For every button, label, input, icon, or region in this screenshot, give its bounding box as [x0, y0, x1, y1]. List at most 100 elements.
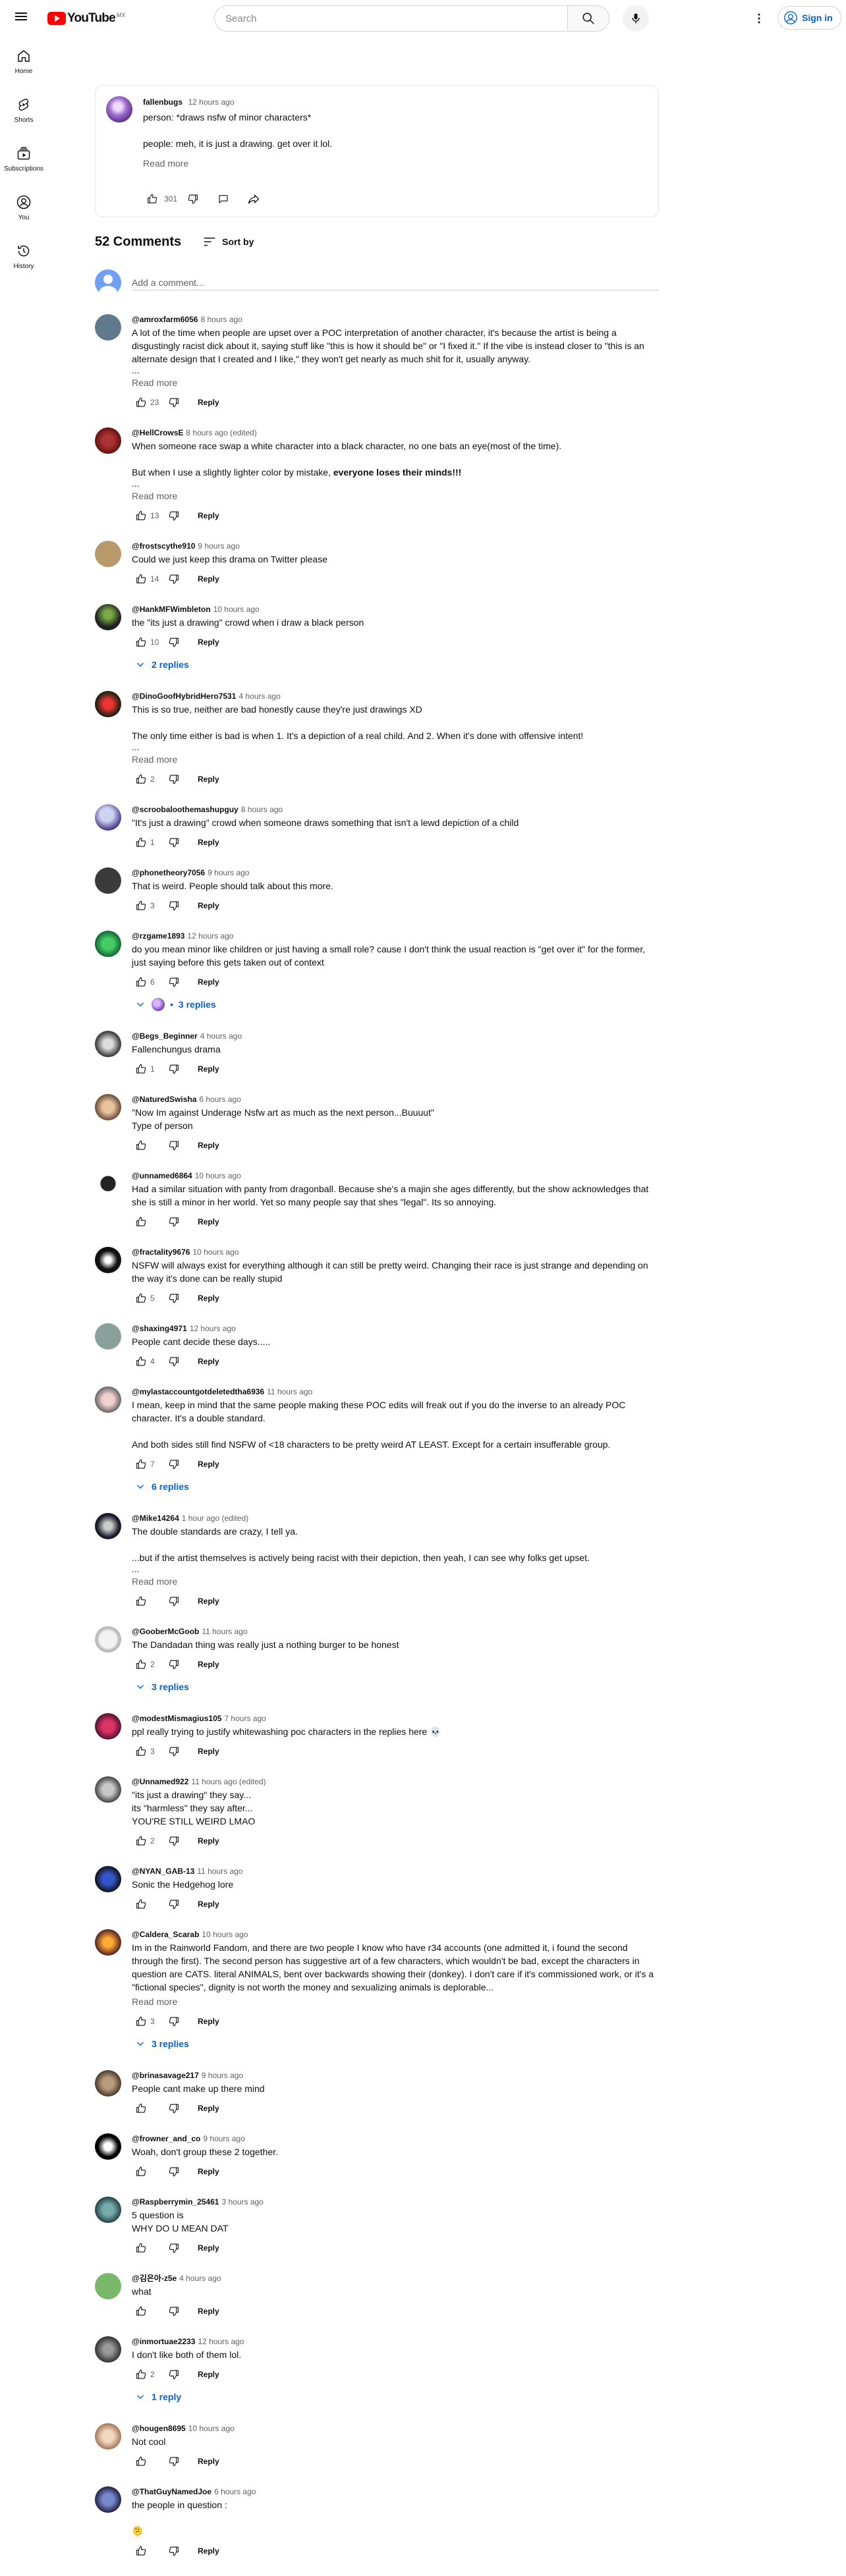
reply-button[interactable]: Reply — [192, 394, 225, 411]
dislike-button[interactable] — [165, 2012, 183, 2031]
reply-button[interactable]: Reply — [192, 507, 225, 524]
view-replies-button[interactable]: 6 replies — [132, 1475, 659, 1498]
comment-time[interactable]: 10 hours ago — [195, 1171, 241, 1180]
commenter-avatar[interactable] — [95, 2273, 121, 2299]
comment-time[interactable]: 6 hours ago — [214, 2487, 256, 2496]
comment-author[interactable]: @frowner_and_co — [132, 2134, 200, 2143]
commenter-avatar[interactable] — [95, 1386, 121, 1413]
reply-button[interactable]: Reply — [192, 570, 225, 588]
sign-in-button[interactable]: Sign in — [777, 6, 841, 30]
commenter-avatar[interactable] — [95, 1031, 121, 1057]
like-button[interactable] — [132, 2542, 150, 2560]
like-button[interactable] — [132, 973, 150, 991]
like-button[interactable] — [132, 1742, 150, 1761]
post-dislike-button[interactable] — [184, 190, 202, 208]
comment-time[interactable]: 12 hours ago — [187, 931, 233, 941]
comment-author[interactable]: @hougen8695 — [132, 2424, 186, 2433]
commenter-avatar[interactable] — [95, 1247, 121, 1273]
comment-author[interactable]: @unnamed6864 — [132, 1171, 192, 1180]
view-replies-button[interactable]: 2 replies — [132, 653, 659, 676]
like-button[interactable] — [132, 896, 150, 915]
dislike-button[interactable] — [165, 570, 183, 588]
dislike-button[interactable] — [165, 973, 183, 991]
search-input[interactable] — [214, 5, 567, 32]
reply-button[interactable]: Reply — [192, 1743, 225, 1760]
dislike-button[interactable] — [165, 1352, 183, 1371]
comment-time[interactable]: 4 hours ago — [200, 1031, 242, 1041]
commenter-avatar[interactable] — [95, 2070, 121, 2096]
like-button[interactable] — [132, 2239, 150, 2257]
commenter-avatar[interactable] — [95, 867, 121, 894]
commenter-avatar[interactable] — [95, 604, 121, 630]
sidebar-item-subscriptions[interactable]: Subscriptions — [0, 134, 47, 183]
comment-time[interactable]: 11 hours ago — [267, 1387, 312, 1396]
dislike-button[interactable] — [165, 1832, 183, 1850]
dislike-button[interactable] — [165, 2099, 183, 2118]
view-replies-button[interactable]: • 3 replies — [132, 993, 659, 1016]
post-share-button[interactable] — [244, 190, 263, 208]
commenter-avatar[interactable] — [95, 1513, 121, 1539]
comment-author[interactable]: @frostscythe910 — [132, 541, 195, 551]
dislike-button[interactable] — [165, 1455, 183, 1473]
reply-button[interactable]: Reply — [192, 1213, 225, 1230]
sort-by-button[interactable]: Sort by — [202, 234, 254, 249]
reply-button[interactable]: Reply — [192, 2239, 225, 2257]
dislike-button[interactable] — [165, 2162, 183, 2181]
commenter-avatar[interactable] — [95, 1866, 121, 1892]
comment-author[interactable]: @NYAN_GAB-13 — [132, 1867, 194, 1876]
like-button[interactable] — [132, 1895, 150, 1913]
dislike-button[interactable] — [165, 1289, 183, 1307]
comment-time[interactable]: 4 hours ago — [239, 692, 280, 701]
reply-button[interactable]: Reply — [192, 1896, 225, 1913]
reply-button[interactable]: Reply — [192, 1353, 225, 1370]
commenter-avatar[interactable] — [95, 1094, 121, 1120]
like-button[interactable] — [132, 2452, 150, 2471]
like-button[interactable] — [132, 393, 150, 412]
comment-author[interactable]: @HankMFWimbleton — [132, 605, 211, 614]
comment-author[interactable]: @ThatGuyNamedJoe — [132, 2487, 212, 2496]
commenter-avatar[interactable] — [95, 2486, 121, 2513]
sidebar-item-shorts[interactable]: Shorts — [0, 86, 47, 134]
read-more-link[interactable]: Read more — [132, 376, 659, 389]
commenter-avatar[interactable] — [95, 314, 121, 341]
comment-author[interactable]: @NaturedSwisha — [132, 1095, 196, 1104]
reply-button[interactable]: Reply — [192, 973, 225, 991]
post-author[interactable]: fallenbugs — [143, 97, 183, 107]
comment-author[interactable]: @Raspberrymin_25461 — [132, 2197, 219, 2206]
reply-button[interactable]: Reply — [192, 1593, 225, 1610]
reply-button[interactable]: Reply — [192, 1456, 225, 1473]
comment-time[interactable]: 9 hours ago — [203, 2134, 244, 2143]
dislike-button[interactable] — [165, 2239, 183, 2257]
commenter-avatar[interactable] — [95, 691, 121, 717]
dislike-button[interactable] — [165, 633, 183, 651]
like-button[interactable] — [132, 2099, 150, 2118]
comment-author[interactable]: @Begs_Beginner — [132, 1031, 198, 1041]
dislike-button[interactable] — [165, 2302, 183, 2320]
like-button[interactable] — [132, 2012, 150, 2031]
reply-button[interactable]: Reply — [192, 2303, 225, 2320]
like-button[interactable] — [132, 2365, 150, 2384]
reply-button[interactable]: Reply — [192, 2453, 225, 2470]
comment-time[interactable]: 3 hours ago — [221, 2197, 263, 2206]
like-button[interactable] — [132, 1352, 150, 1371]
comment-time[interactable]: 10 hours ago — [192, 1247, 239, 1257]
comment-time[interactable]: 12 hours ago — [198, 2337, 244, 2346]
reply-button[interactable]: Reply — [192, 1137, 225, 1154]
commenter-avatar[interactable] — [95, 2197, 121, 2223]
comment-time[interactable]: 11 hours ago — [202, 1627, 247, 1636]
commenter-avatar[interactable] — [95, 804, 121, 831]
reply-button[interactable]: Reply — [192, 1656, 225, 1673]
reply-button[interactable]: Reply — [192, 1290, 225, 1307]
comment-time[interactable]: 11 hours ago — [197, 1867, 242, 1876]
youtube-logo[interactable]: YouTube MX — [47, 11, 125, 25]
comment-time[interactable]: 10 hours ago — [213, 605, 260, 614]
comment-time[interactable]: 9 hours ago — [198, 541, 239, 551]
view-replies-button[interactable]: 1 reply — [132, 2385, 659, 2409]
commenter-avatar[interactable] — [95, 2133, 121, 2160]
read-more-link[interactable]: Read more — [132, 753, 659, 766]
like-button[interactable] — [132, 770, 150, 788]
like-button[interactable] — [132, 2162, 150, 2181]
dislike-button[interactable] — [165, 393, 183, 412]
dislike-button[interactable] — [165, 1592, 183, 1610]
like-button[interactable] — [132, 633, 150, 651]
